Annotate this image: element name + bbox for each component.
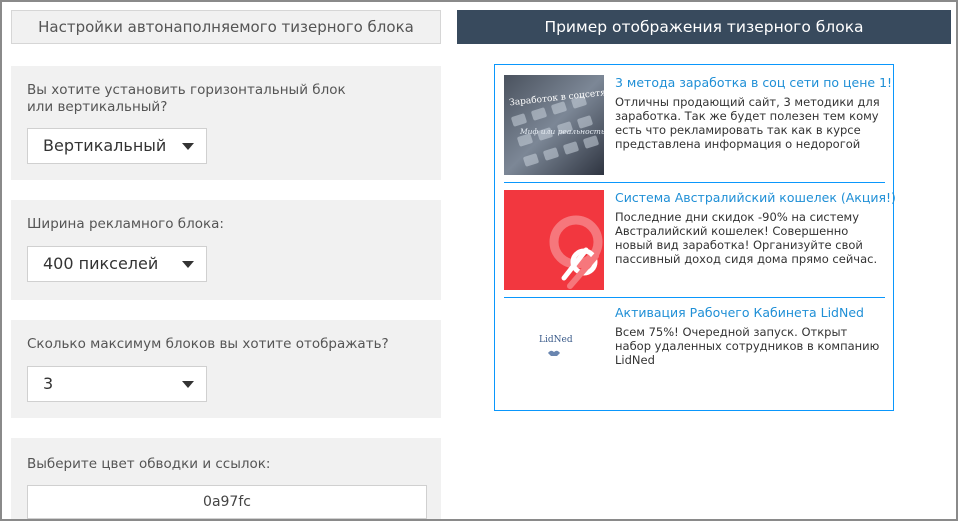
preview-header: Пример отображения тизерного блока <box>457 10 951 44</box>
width-panel: Ширина рекламного блока: 400 пикселей <box>11 200 441 300</box>
width-select-value: 400 пикселей <box>43 254 159 273</box>
orientation-label: Вы хотите установить горизонтальный блок… <box>27 82 346 115</box>
settings-column: Настройки автонаполняемого тизерного бло… <box>11 10 441 44</box>
teaser-image[interactable]: Заработок в соцсетях Миф или реальность? <box>504 75 604 175</box>
teaser-title-link[interactable]: Система Австралийский кошелек (Акция!) <box>615 190 896 205</box>
color-input[interactable]: 0a97fc <box>27 485 427 519</box>
width-select[interactable]: 400 пикселей <box>27 246 207 282</box>
teaser-divider <box>504 297 885 298</box>
lidned-logo: LidNed <box>539 335 573 345</box>
teaser-title-link[interactable]: Активация Рабочего Кабинета LidNed <box>615 305 864 320</box>
width-label: Ширина рекламного блока: <box>27 216 224 232</box>
max-blocks-select[interactable]: 3 <box>27 366 207 402</box>
teaser-item[interactable]: LidNed Активация Рабочего Кабинета LidNe… <box>504 305 885 405</box>
teaser-description: Последние дни скидок -90% на систему Авс… <box>615 210 878 266</box>
color-label: Выберите цвет обводки и ссылок: <box>27 456 271 472</box>
chevron-down-icon <box>182 381 194 388</box>
teaser-image[interactable] <box>504 190 604 290</box>
orientation-select-value: Вертикальный <box>43 136 167 155</box>
teaser-item[interactable]: Система Австралийский кошелек (Акция!) П… <box>504 190 896 290</box>
max-blocks-select-value: 3 <box>43 374 54 393</box>
wallet-logo-image <box>504 190 604 290</box>
orientation-panel: Вы хотите установить горизонтальный блок… <box>11 66 441 180</box>
page-frame: Настройки автонаполняемого тизерного бло… <box>0 0 958 521</box>
max-blocks-label: Сколько максимум блоков вы хотите отобра… <box>27 336 389 352</box>
orientation-select[interactable]: Вертикальный <box>27 128 207 164</box>
color-panel: Выберите цвет обводки и ссылок: 0a97fc <box>11 438 441 519</box>
teaser-item[interactable]: Заработок в соцсетях Миф или реальность?… <box>504 75 892 175</box>
settings-header: Настройки автонаполняемого тизерного бло… <box>11 10 441 44</box>
max-blocks-panel: Сколько максимум блоков вы хотите отобра… <box>11 320 441 418</box>
teaser-image[interactable]: LidNed <box>504 305 604 405</box>
teaser-preview-box: Заработок в соцсетях Миф или реальность?… <box>494 64 896 411</box>
teaser-title-link[interactable]: 3 метода заработка в соц сети по цене 1! <box>615 75 892 90</box>
chevron-down-icon <box>182 143 194 150</box>
handshake-icon <box>548 350 560 356</box>
teaser-description: Отличны продающий сайт, 3 методики для з… <box>615 95 880 151</box>
teaser-description: Всем 75%! Очередной запуск. Открыт набор… <box>615 325 880 367</box>
teaser-divider <box>504 182 885 183</box>
chevron-down-icon <box>182 261 194 268</box>
teaser-image-subcaption: Миф или реальность? <box>520 127 604 136</box>
